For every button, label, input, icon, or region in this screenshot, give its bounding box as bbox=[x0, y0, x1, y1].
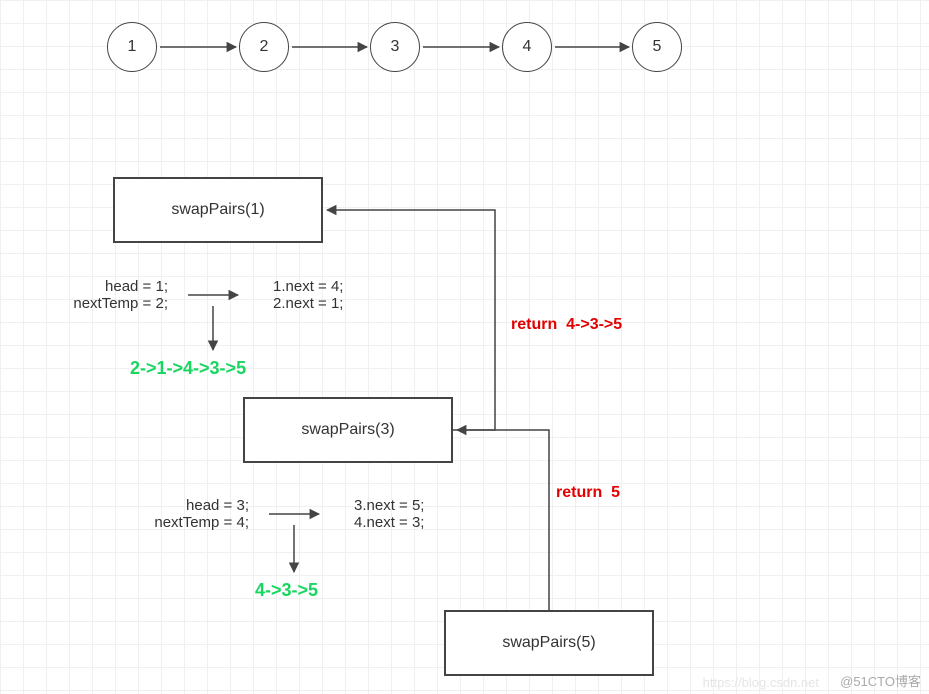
call-box-label: swapPairs(3) bbox=[301, 421, 394, 439]
call-box-label: swapPairs(1) bbox=[171, 201, 264, 219]
call-box-2: swapPairs(3) bbox=[243, 397, 453, 463]
call1-vars-left: head = 1; nextTemp = 2; bbox=[28, 278, 168, 312]
list-node-label: 2 bbox=[260, 38, 269, 56]
list-node-3: 3 bbox=[370, 22, 420, 72]
call2-result: 4->3->5 bbox=[255, 580, 318, 601]
arrows-overlay bbox=[0, 0, 929, 694]
watermark: @51CTO博客 bbox=[840, 671, 921, 690]
list-node-2: 2 bbox=[239, 22, 289, 72]
call-box-3: swapPairs(5) bbox=[444, 610, 654, 676]
diagram-stage: 1 2 3 4 5 swapPairs(1) head = 1; nextTem… bbox=[0, 0, 929, 694]
call-box-label: swapPairs(5) bbox=[502, 634, 595, 652]
call2-vars-right: 3.next = 5; 4.next = 3; bbox=[354, 497, 424, 531]
list-node-1: 1 bbox=[107, 22, 157, 72]
list-node-4: 4 bbox=[502, 22, 552, 72]
call-box-1: swapPairs(1) bbox=[113, 177, 323, 243]
return-label-1: return 4->3->5 bbox=[511, 316, 622, 334]
list-node-label: 5 bbox=[653, 38, 662, 56]
call1-result: 2->1->4->3->5 bbox=[130, 358, 246, 379]
list-node-label: 4 bbox=[523, 38, 532, 56]
list-node-5: 5 bbox=[632, 22, 682, 72]
watermark-faint: https://blog.csdn.net bbox=[703, 675, 819, 690]
list-node-label: 1 bbox=[128, 38, 137, 56]
call2-vars-left: head = 3; nextTemp = 4; bbox=[109, 497, 249, 531]
call1-vars-right: 1.next = 4; 2.next = 1; bbox=[273, 278, 343, 312]
list-node-label: 3 bbox=[391, 38, 400, 56]
return-label-2: return 5 bbox=[556, 484, 620, 502]
